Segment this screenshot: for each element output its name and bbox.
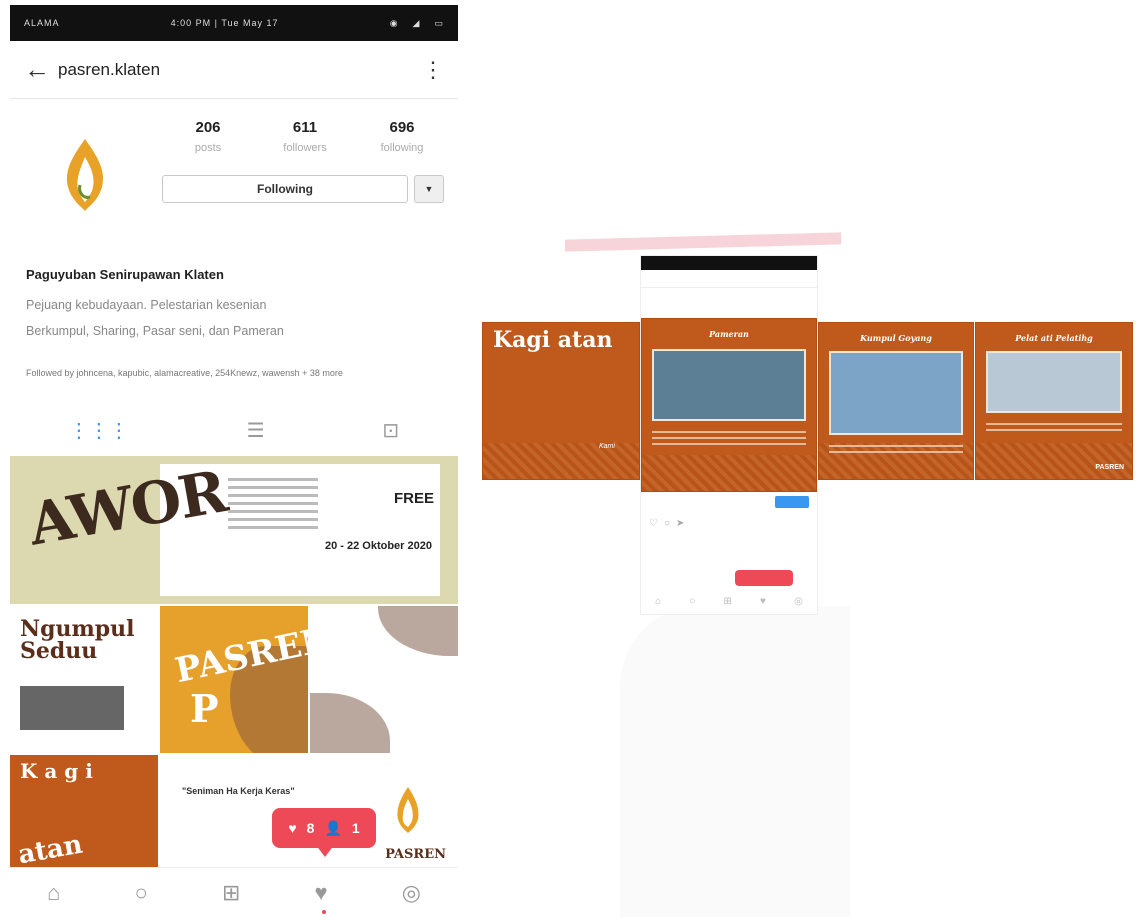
slide-kami-label: Kami bbox=[599, 443, 615, 450]
profile-stats: 206 posts 611 followers 696 following bbox=[160, 119, 450, 154]
activity-dot bbox=[322, 910, 326, 914]
profile-username: pasren.klaten bbox=[58, 59, 161, 79]
slide-kumpul-photo bbox=[829, 351, 963, 435]
followed-by-text[interactable]: Followed by johncena, kapubic, alamacrea… bbox=[26, 368, 446, 378]
status-bar: ALAMA 4:00 PM | Tue May 17 ◉ ◢ ▭ bbox=[10, 5, 458, 41]
suggestions-dropdown-button[interactable]: ▼ bbox=[414, 175, 444, 203]
instagram-profile-screen: ALAMA 4:00 PM | Tue May 17 ◉ ◢ ▭ ← pasren.… bbox=[10, 5, 458, 917]
mockup-header bbox=[641, 270, 817, 288]
mockup-status-bar bbox=[641, 256, 817, 270]
person-icon: 👤 bbox=[324, 819, 342, 836]
carousel-slide-kumpul: Kumpul Goyang bbox=[818, 322, 974, 480]
kegiatan-word: atan bbox=[15, 829, 85, 868]
follow-row: Following ▼ bbox=[162, 175, 444, 203]
stat-followers-value: 611 bbox=[292, 119, 318, 136]
post-grid: AWOR FREE 20 - 22 Oktober 2020 Ngumpul S… bbox=[10, 456, 458, 868]
bio-line-1: Pejuang kebudayaan. Pelestarian kesenian bbox=[26, 298, 267, 312]
likes-count: 8 bbox=[306, 820, 315, 836]
bottom-navigation: ⌂ ○ ⊞ ♥ ◎ bbox=[10, 867, 458, 917]
tagged-icon[interactable]: ⊡ bbox=[382, 418, 399, 443]
more-options-icon[interactable]: ⋮ bbox=[422, 57, 444, 83]
background-shape bbox=[620, 606, 850, 917]
post-kegiatan[interactable]: K a g i atan bbox=[10, 755, 158, 868]
carousel-slide-pelatihan: Pelat ati Pelatihg PASREN bbox=[975, 322, 1133, 480]
banner-free-label: FREE bbox=[393, 490, 434, 507]
banner-date: 20 - 22 Oktober 2020 bbox=[324, 540, 432, 552]
post-awor-banner[interactable]: AWOR FREE 20 - 22 Oktober 2020 bbox=[10, 456, 458, 604]
mockup-action-icons: ♡○➤ bbox=[649, 518, 691, 529]
grid-icon[interactable]: ⋮⋮⋮ bbox=[69, 418, 129, 443]
stat-posts[interactable]: 206 posts bbox=[160, 119, 256, 154]
stat-following-label: following bbox=[380, 142, 424, 154]
search-icon[interactable]: ○ bbox=[135, 880, 148, 906]
slide-pelatihan-title: Pelat ati Pelatihg bbox=[1015, 333, 1093, 343]
mockup-post-header bbox=[641, 288, 817, 304]
kegiatan-letters: K a g i bbox=[20, 759, 93, 783]
slide-text-lines bbox=[986, 423, 1122, 435]
follows-count: 1 bbox=[351, 820, 360, 836]
pasren-logo-icon bbox=[397, 787, 419, 833]
batik-pattern-top bbox=[378, 606, 458, 656]
add-icon[interactable]: ⊞ bbox=[222, 880, 240, 906]
status-icons: ◉ ◢ ▭ bbox=[390, 18, 444, 29]
post-ngumpul[interactable]: Ngumpul Seduu bbox=[10, 606, 158, 753]
slide-pameran-photo bbox=[652, 349, 806, 421]
stat-following-value: 696 bbox=[389, 119, 415, 136]
avatar[interactable] bbox=[40, 129, 130, 219]
group-photo bbox=[20, 686, 124, 730]
profile-icon[interactable]: ◎ bbox=[402, 880, 421, 906]
activity-notification-badge[interactable]: ♥ 8 👤 1 bbox=[272, 808, 376, 848]
slide-brand: PASREN bbox=[1095, 464, 1124, 471]
stat-posts-label: posts bbox=[194, 142, 222, 154]
stat-following[interactable]: 696 following bbox=[354, 119, 450, 154]
mockup-learn-more-button bbox=[775, 496, 809, 508]
post-batik-info[interactable] bbox=[310, 606, 458, 753]
slide-batik-pattern bbox=[976, 443, 1132, 479]
slide-kumpul-title: Kumpul Goyang bbox=[860, 333, 932, 343]
heart-icon: ♥ bbox=[288, 820, 297, 836]
stat-followers[interactable]: 611 followers bbox=[257, 119, 353, 154]
stat-posts-value: 206 bbox=[195, 119, 221, 136]
profile-full-name: Paguyuban Senirupawan Klaten bbox=[26, 267, 224, 282]
slide-pelatihan-photo bbox=[986, 351, 1122, 413]
profile-bio: Paguyuban Senirupawan Klaten Pejuang keb… bbox=[26, 267, 446, 344]
carousel-slide-pameran: Pameran bbox=[641, 318, 817, 492]
notification-tail bbox=[316, 845, 334, 857]
battery-icon: ▭ bbox=[434, 17, 444, 28]
carrier-label: ALAMA bbox=[24, 18, 60, 28]
banner-text-lines bbox=[228, 478, 318, 534]
heart-icon[interactable]: ♥ bbox=[315, 880, 328, 906]
signal-icon: ◢ bbox=[412, 17, 421, 28]
batik-pattern-bottom bbox=[310, 693, 390, 753]
status-time: 4:00 PM | Tue May 17 bbox=[170, 18, 279, 28]
carousel-slide-kegiatan: Kagi atan Kami bbox=[482, 322, 640, 480]
accent-stripe bbox=[565, 232, 841, 252]
post-pasren[interactable]: PASREN, P bbox=[160, 606, 308, 753]
mockup-notification bbox=[735, 570, 793, 586]
mockup-bottom-nav: ⌂ ○ ⊞ ♥ ◎ bbox=[655, 596, 803, 607]
quote-text: "Seniman Ha Kerja Keras" bbox=[182, 786, 295, 796]
profile-header: ← pasren.klaten ⋮ bbox=[10, 41, 458, 99]
ngumpul-title: Ngumpul Seduu bbox=[20, 616, 135, 664]
slide-batik-pattern bbox=[642, 455, 816, 491]
home-icon[interactable]: ⌂ bbox=[47, 880, 60, 906]
stat-followers-label: followers bbox=[283, 142, 327, 154]
pasren-initial: P bbox=[190, 686, 219, 731]
slide-batik-pattern bbox=[483, 443, 639, 479]
wifi-icon: ◉ bbox=[389, 17, 399, 28]
slide-kegiatan-title: Kagi atan bbox=[493, 327, 613, 353]
slide-text-lines bbox=[829, 445, 963, 457]
profile-summary: 206 posts 611 followers 696 following Fo… bbox=[10, 99, 458, 249]
quote-brand: PASREN bbox=[385, 847, 446, 862]
following-button[interactable]: Following bbox=[162, 175, 408, 203]
back-arrow-icon[interactable]: ← bbox=[24, 54, 58, 85]
list-icon[interactable]: ☰ bbox=[247, 418, 265, 443]
slide-text-lines bbox=[652, 431, 806, 449]
bio-line-2: Berkumpul, Sharing, Pasar seni, dan Pame… bbox=[26, 324, 284, 338]
slide-pameran-title: Pameran bbox=[709, 329, 749, 339]
profile-tabs: ⋮⋮⋮ ☰ ⊡ bbox=[10, 405, 458, 455]
